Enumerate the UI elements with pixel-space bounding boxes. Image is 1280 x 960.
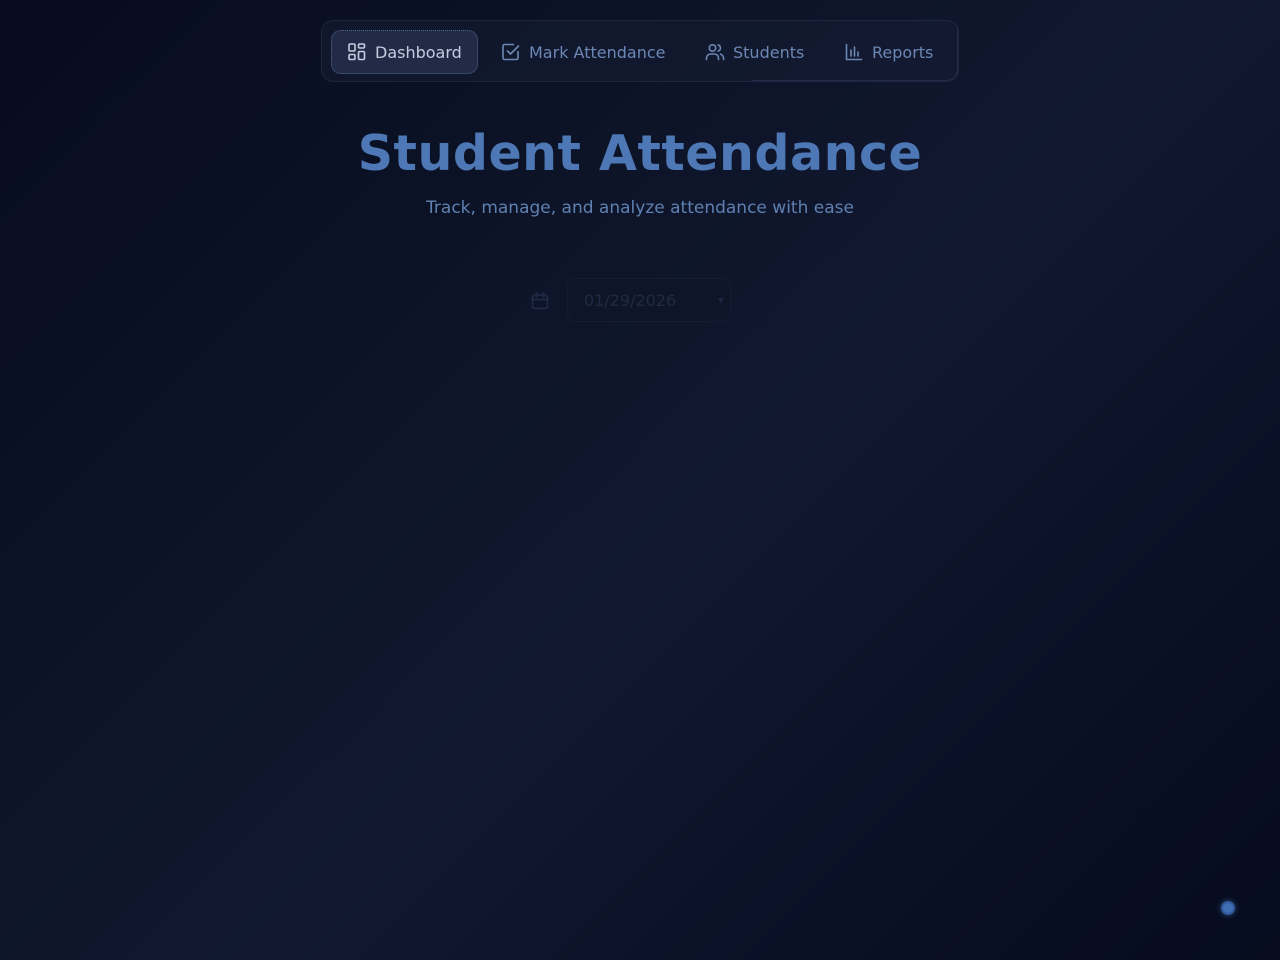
nav-dashboard-label: Dashboard — [375, 42, 462, 62]
nav-students-label: Students — [733, 42, 805, 62]
page-subtitle: Track, manage, and analyze attendance wi… — [426, 198, 854, 218]
date-dropdown-icon[interactable]: ▾ — [718, 293, 724, 307]
page-title: Student Attendance — [357, 125, 923, 182]
date-input[interactable] — [567, 278, 731, 322]
dashboard-grid-icon — [347, 42, 367, 62]
nav-reports-label: Reports — [872, 42, 934, 62]
top-navigation: Dashboard Mark Attendance Students Repor… — [321, 20, 959, 82]
bar-chart-icon — [844, 42, 864, 62]
nav-students[interactable]: Students — [705, 30, 804, 74]
nav-dashboard[interactable]: Dashboard — [331, 30, 478, 74]
nav-mark-attendance[interactable]: Mark Attendance — [501, 30, 665, 74]
status-indicator[interactable] — [1221, 901, 1235, 915]
users-icon — [705, 42, 725, 62]
nav-mark-attendance-label: Mark Attendance — [529, 42, 666, 62]
date-picker: ▾ — [528, 278, 738, 322]
calendar-icon[interactable] — [530, 291, 550, 311]
nav-reports[interactable]: Reports — [844, 30, 933, 74]
checkbox-icon — [501, 42, 521, 62]
